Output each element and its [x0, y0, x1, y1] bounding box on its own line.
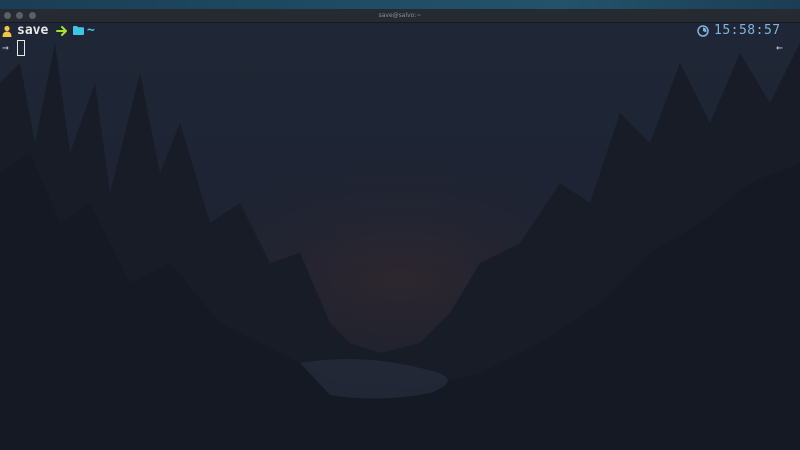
command-input-line[interactable]: → ←	[0, 40, 800, 56]
person-icon	[2, 25, 12, 37]
terminal-area[interactable]: save ~ 15:58:57 → ←	[0, 23, 800, 450]
username: save	[17, 23, 49, 38]
window-titlebar[interactable]: save@salvo:~	[0, 9, 800, 23]
text-cursor[interactable]	[17, 40, 25, 56]
input-prompt-symbol: →	[2, 41, 9, 54]
desktop-background	[0, 0, 800, 9]
window-title: save@salvo:~	[378, 12, 422, 19]
prompt-time: 15:58:57	[714, 23, 781, 38]
prompt-line: save ~ 15:58:57	[0, 23, 800, 39]
clock-icon	[697, 25, 709, 37]
right-prompt-symbol: ←	[776, 41, 783, 54]
forest-wallpaper	[0, 23, 800, 450]
terminal-window[interactable]: save@salvo:~ save ~ 15:58:57 → ←	[0, 9, 800, 450]
current-directory: ~	[87, 23, 95, 38]
arrow-right-icon	[56, 26, 67, 36]
folder-icon	[73, 26, 84, 35]
